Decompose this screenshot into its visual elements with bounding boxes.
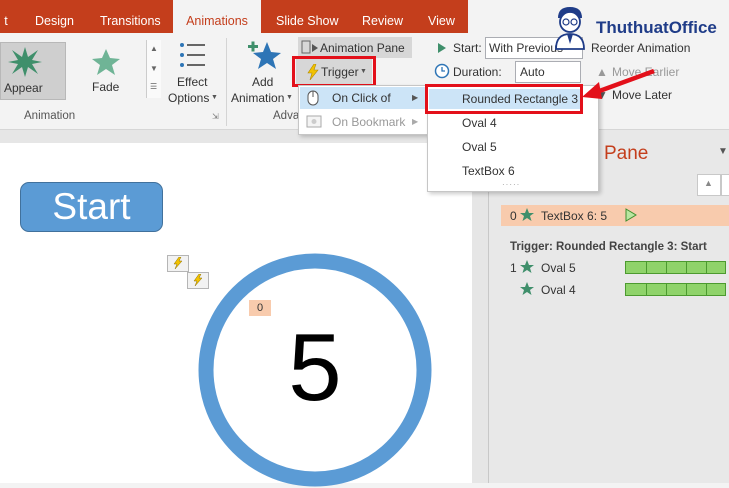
bookmark-icon — [306, 115, 322, 128]
start-rounded-rectangle[interactable]: Start — [20, 182, 163, 232]
effect-options-icon — [180, 43, 205, 67]
move-down-button[interactable] — [721, 174, 729, 196]
submenu-item-oval-4[interactable]: Oval 4 — [429, 113, 581, 133]
ribbon-tab-bar: t Design Transitions Animations Slide Sh… — [0, 0, 468, 33]
on-click-of-label: On Click of — [332, 91, 391, 105]
mouse-icon — [307, 90, 319, 106]
menu-resize-grip[interactable]: ····· — [502, 180, 520, 189]
trigger-menu: On Click of ▶ On Bookmark ▶ — [298, 85, 430, 135]
duration-value: Auto — [520, 65, 545, 79]
tab-design[interactable]: Design — [35, 0, 74, 33]
gallery-down-icon[interactable]: ▼ — [150, 64, 158, 73]
pane-options-icon[interactable]: ▼ — [718, 146, 728, 157]
timeline-bar[interactable] — [625, 261, 726, 274]
red-arrow-icon — [582, 68, 655, 99]
add-animation-label-2: Animation — [231, 91, 285, 105]
pane-item-textbox6[interactable]: 0 TextBox 6: 5 — [501, 205, 729, 226]
pane-item-label: TextBox 6: 5 — [541, 209, 608, 223]
watermark-text: ThuthuatOffice — [596, 18, 717, 37]
effect-star-icon — [520, 208, 534, 221]
effect-fade[interactable]: Fade — [66, 42, 146, 98]
tab-partial[interactable]: t — [0, 0, 12, 33]
submenu-item-label: Oval 5 — [462, 140, 497, 154]
lightning-icon — [173, 257, 183, 269]
pane-item-oval4[interactable]: Oval 4 — [501, 280, 729, 299]
effect-appear[interactable]: Appear — [0, 42, 66, 100]
group-label-advanced: Adva — [273, 110, 300, 122]
gallery-more-icon[interactable]: ☰ — [150, 82, 157, 91]
tab-view[interactable]: View — [428, 0, 455, 33]
submenu-item-label: Oval 4 — [462, 116, 497, 130]
pane-title: Pane — [604, 143, 649, 164]
gallery-up-icon[interactable]: ▲ — [150, 44, 158, 53]
chevron-down-icon: ▼ — [286, 94, 293, 101]
animation-pane-label: Animation Pane — [320, 41, 405, 55]
burst-star-icon — [8, 47, 42, 77]
watermark-logo: ThuthuatOffice — [546, 0, 729, 50]
mascot-icon — [555, 7, 585, 50]
slide-number-text[interactable]: 5 — [230, 313, 400, 423]
submenu-arrow-icon: ▶ — [412, 93, 419, 102]
menu-item-on-bookmark[interactable]: On Bookmark ▶ — [300, 111, 428, 133]
trigger-highlight-box — [292, 56, 376, 87]
pane-item-label: Oval 4 — [541, 283, 576, 297]
tab-review[interactable]: Review — [362, 0, 403, 33]
tab-animations[interactable]: Animations — [173, 0, 261, 33]
effect-appear-label: Appear — [4, 81, 43, 95]
slide[interactable]: Start 0 5 — [0, 143, 472, 487]
on-bookmark-label: On Bookmark — [332, 115, 406, 129]
gallery-scrollbar[interactable]: ▲ ▼ ☰ — [146, 40, 161, 98]
effect-options-label-2: Options — [168, 91, 210, 105]
pane-item-number: 0 — [510, 209, 517, 223]
timeline-bar[interactable] — [625, 283, 726, 296]
group-label-animation: Animation — [24, 110, 76, 122]
effect-star-icon — [520, 260, 534, 273]
dialog-launcher-icon[interactable]: ⇲ — [212, 112, 219, 121]
menu-item-on-click-of[interactable]: On Click of ▶ — [300, 87, 428, 109]
add-animation-star-icon — [248, 41, 281, 69]
pane-item-oval5[interactable]: 1 Oval 5 — [501, 258, 729, 277]
add-animation-label-1: Add — [252, 75, 274, 89]
animation-pane-button[interactable]: Animation Pane — [298, 37, 412, 58]
tab-transitions[interactable]: Transitions — [100, 0, 161, 33]
duration-input[interactable]: Auto — [515, 61, 581, 83]
effect-star-icon — [520, 282, 534, 295]
tab-slide-show[interactable]: Slide Show — [276, 0, 339, 33]
trigger-marker-1[interactable] — [167, 255, 189, 272]
fade-star-icon — [92, 49, 120, 75]
trigger-heading: Trigger: Rounded Rectangle 3: Start — [510, 241, 707, 253]
effect-options-button[interactable]: Effect Options ▼ — [168, 38, 223, 108]
clock-icon — [434, 63, 450, 79]
start-rectangle-text: Start — [52, 186, 131, 227]
submenu-highlight-box — [425, 84, 583, 114]
chevron-down-icon: ▼ — [211, 94, 218, 101]
effect-fade-label: Fade — [92, 80, 120, 94]
play-icon — [438, 43, 446, 53]
ribbon-separator — [226, 38, 227, 126]
move-up-button[interactable]: ▲ — [697, 174, 721, 196]
pane-item-label: Oval 5 — [541, 261, 576, 275]
pane-item-number: 1 — [510, 261, 517, 275]
add-animation-button[interactable]: Add Animation ▼ — [230, 38, 294, 108]
effect-options-label-1: Effect — [177, 75, 208, 89]
submenu-arrow-icon: ▶ — [412, 117, 419, 126]
submenu-item-label: TextBox 6 — [462, 164, 515, 178]
play-marker-icon — [625, 208, 637, 222]
submenu-item-oval-5[interactable]: Oval 5 — [429, 137, 581, 157]
duration-label: Duration: — [453, 65, 502, 79]
animation-pane-icon — [301, 40, 318, 54]
up-arrow-icon: ▲ — [704, 178, 713, 188]
submenu-item-textbox-6[interactable]: TextBox 6 — [429, 161, 581, 181]
start-label: Start: — [453, 41, 482, 55]
